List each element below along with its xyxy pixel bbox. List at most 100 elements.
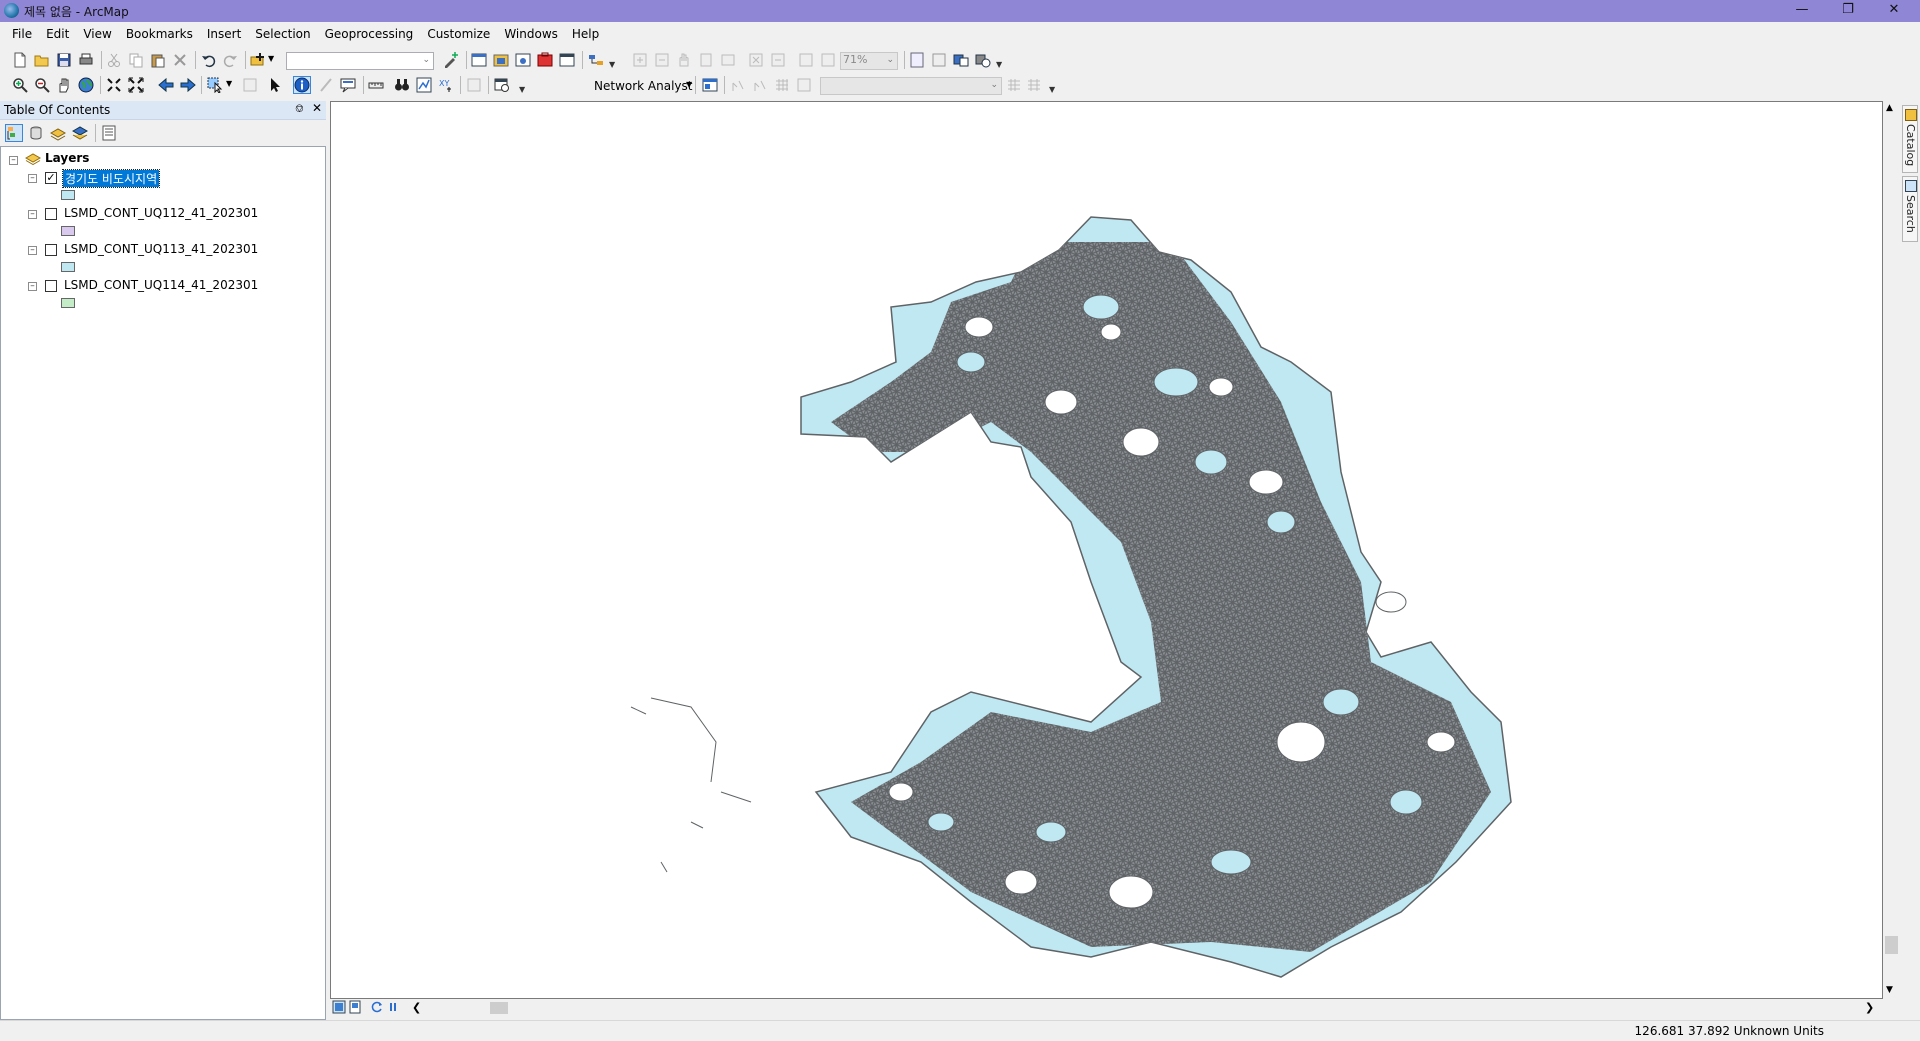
select-dropdown-icon[interactable]: ▼ [226, 79, 232, 88]
save-icon[interactable] [56, 52, 72, 68]
data-driven-pages-icon[interactable] [975, 52, 991, 68]
add-data-icon[interactable] [250, 52, 266, 68]
python-window-icon[interactable] [559, 52, 575, 68]
map-scale-combo[interactable]: ⌄ [286, 52, 434, 70]
full-extent-globe-icon[interactable] [78, 77, 94, 93]
redo-icon[interactable] [222, 52, 238, 68]
catalog-window-icon[interactable] [493, 52, 509, 68]
zoom-whole-page-icon[interactable] [698, 52, 714, 68]
layer-visibility-checkbox[interactable] [45, 208, 57, 220]
scroll-right-icon[interactable]: ❯ [1865, 1001, 1874, 1014]
map-data-view[interactable] [330, 101, 1883, 999]
horizontal-scroll-thumb[interactable] [490, 1002, 508, 1014]
table-of-contents-icon[interactable] [471, 52, 487, 68]
layer-symbol-swatch[interactable] [61, 262, 75, 272]
fixed-zoom-out-icon[interactable] [770, 52, 786, 68]
identify-icon[interactable] [293, 76, 311, 94]
pan-hand-icon[interactable] [56, 77, 72, 93]
layout-pan-icon[interactable] [676, 52, 692, 68]
network-analyst-dropdown-icon[interactable]: ▼ [686, 80, 692, 89]
layout-zoom-combo[interactable]: 71% ⌄ [840, 52, 898, 70]
measure-icon[interactable] [368, 77, 384, 93]
select-elements-arrow-icon[interactable] [268, 77, 284, 93]
layer-name[interactable]: LSMD_CONT_UQ114_41_202301 [64, 278, 258, 292]
new-document-icon[interactable] [12, 52, 28, 68]
delete-icon[interactable] [172, 52, 188, 68]
clear-selection-icon[interactable] [242, 77, 258, 93]
find-route-icon[interactable] [416, 77, 432, 93]
create-viewer-window-icon[interactable] [494, 77, 510, 93]
editor-toolbar-icon[interactable] [443, 52, 459, 68]
network-identify-icon[interactable] [1026, 77, 1042, 93]
layer-symbol-swatch[interactable] [61, 226, 75, 236]
toolbar-options-icon[interactable]: ▼ [519, 86, 525, 95]
menu-insert[interactable]: Insert [200, 24, 248, 41]
go-back-extent-icon[interactable] [798, 52, 814, 68]
toolbar-options-icon[interactable]: ▼ [996, 61, 1002, 70]
collapse-icon[interactable]: – [28, 174, 37, 183]
fixed-zoom-in-icon[interactable] [748, 52, 764, 68]
menu-customize[interactable]: Customize [420, 24, 497, 41]
forward-extent-icon[interactable] [180, 77, 196, 93]
pause-drawing-icon[interactable] [386, 1000, 400, 1014]
add-data-dropdown-icon[interactable]: ▼ [268, 54, 274, 63]
collapse-icon[interactable]: – [9, 156, 18, 165]
menu-help[interactable]: Help [565, 24, 606, 41]
zoom-in-icon[interactable] [12, 77, 28, 93]
pin-icon[interactable]: ⎊ [295, 102, 304, 116]
minimize-button[interactable]: — [1780, 0, 1824, 22]
html-popup-icon[interactable] [340, 77, 356, 93]
network-analyst-window-icon[interactable] [702, 77, 718, 93]
focus-data-frame-icon[interactable] [931, 52, 947, 68]
menu-selection[interactable]: Selection [248, 24, 317, 41]
hyperlink-icon[interactable] [318, 77, 334, 93]
restore-button[interactable]: ❐ [1826, 0, 1870, 22]
cut-icon[interactable] [106, 52, 122, 68]
menu-geoprocessing[interactable]: Geoprocessing [318, 24, 421, 41]
collapse-icon[interactable]: – [28, 210, 37, 219]
arctoolbox-icon[interactable] [537, 52, 553, 68]
menu-view[interactable]: View [76, 24, 118, 41]
search-window-icon[interactable] [515, 52, 531, 68]
layout-view-icon[interactable] [348, 1000, 362, 1014]
copy-icon[interactable] [128, 52, 144, 68]
scroll-left-icon[interactable]: ❮ [412, 1001, 421, 1014]
select-move-location-icon[interactable] [752, 77, 768, 93]
menu-bookmarks[interactable]: Bookmarks [119, 24, 200, 41]
toolbar-options-icon[interactable]: ▼ [1049, 86, 1055, 95]
vertical-scroll-thumb[interactable] [1885, 936, 1898, 954]
toc-options-icon[interactable] [101, 125, 117, 141]
undo-icon[interactable] [201, 52, 217, 68]
fixed-zoom-in-map-icon[interactable] [106, 77, 122, 93]
create-network-location-icon[interactable] [730, 77, 746, 93]
select-features-icon[interactable] [207, 77, 223, 93]
open-folder-icon[interactable] [34, 52, 50, 68]
go-to-xy-icon[interactable]: XY [438, 77, 454, 93]
directions-icon[interactable] [796, 77, 812, 93]
close-icon[interactable]: ✕ [312, 101, 322, 115]
layer-visibility-checkbox[interactable]: ✓ [45, 172, 57, 184]
zoom-100-percent-icon[interactable] [720, 52, 736, 68]
layout-zoom-out-icon[interactable] [654, 52, 670, 68]
refresh-icon[interactable] [370, 1000, 384, 1014]
data-view-icon[interactable] [332, 1000, 346, 1014]
toolbar-options-icon[interactable]: ▼ [609, 61, 615, 70]
list-by-source-icon[interactable] [28, 125, 44, 141]
build-network-icon[interactable] [1006, 77, 1022, 93]
back-extent-icon[interactable] [158, 77, 174, 93]
model-builder-icon[interactable] [588, 52, 604, 68]
list-by-visibility-icon[interactable] [50, 125, 66, 141]
paste-icon[interactable] [150, 52, 166, 68]
catalog-tab[interactable]: Catalog [1902, 105, 1918, 173]
layer-name[interactable]: LSMD_CONT_UQ113_41_202301 [64, 242, 258, 256]
layer-name-selected[interactable]: 경기도 비도시지역 [61, 169, 161, 188]
layout-zoom-in-icon[interactable] [632, 52, 648, 68]
toggle-draft-mode-icon[interactable] [909, 52, 925, 68]
solve-grid-icon[interactable] [774, 77, 790, 93]
map-vertical-scrollbar[interactable]: ▲ ▼ [1883, 101, 1900, 999]
menu-file[interactable]: File [0, 24, 39, 41]
collapse-icon[interactable]: – [28, 246, 37, 255]
zoom-out-icon[interactable] [34, 77, 50, 93]
network-analyst-menu[interactable]: Network Analyst [594, 79, 692, 93]
collapse-icon[interactable]: – [28, 282, 37, 291]
